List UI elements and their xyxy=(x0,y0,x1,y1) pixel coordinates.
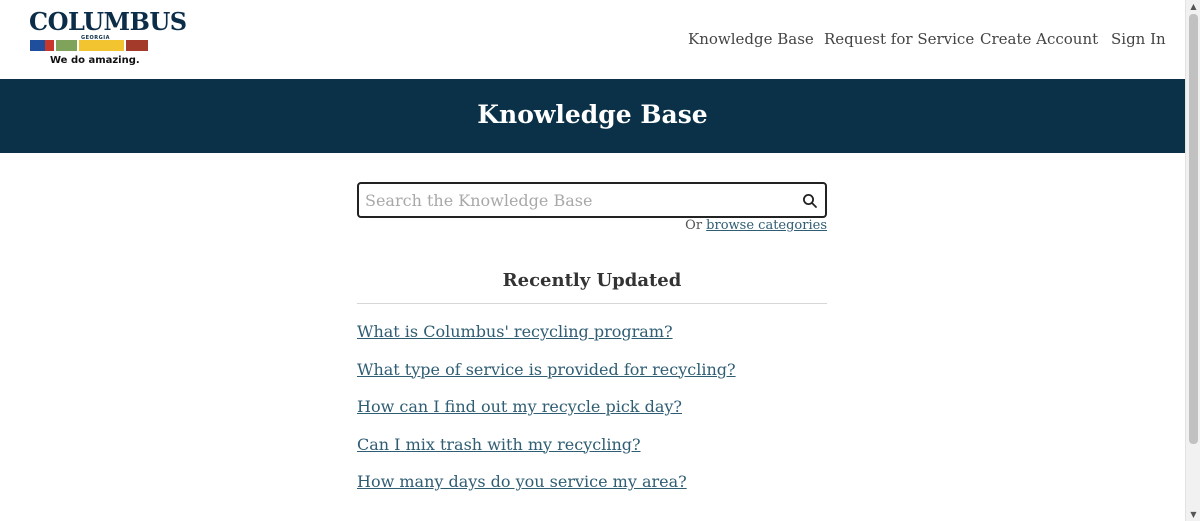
search-box xyxy=(357,182,827,218)
nav-knowledge-base[interactable]: Knowledge Base xyxy=(688,30,814,48)
scroll-down-arrow-icon[interactable]: ▼ xyxy=(1186,508,1200,521)
list-item: Can I mix trash with my recycling? xyxy=(357,435,827,473)
list-item: What is Columbus' recycling program? xyxy=(357,322,827,360)
article-link[interactable]: What type of service is provided for rec… xyxy=(357,360,736,379)
search-icon[interactable] xyxy=(802,193,818,209)
nav-request-for-service[interactable]: Request for Service xyxy=(824,30,974,48)
browse-prefix: Or xyxy=(685,218,703,233)
browse-categories-line: Or browse categories xyxy=(600,218,827,233)
article-link[interactable]: How can I find out my recycle pick day? xyxy=(357,397,682,416)
search-input[interactable] xyxy=(365,189,785,211)
list-item: How many days do you service my area? xyxy=(357,472,827,510)
article-link[interactable]: What is Columbus' recycling program? xyxy=(357,322,673,341)
page: COLUMBUS GEORGIA We do amazing. Knowledg… xyxy=(0,0,1185,521)
recently-updated-heading: Recently Updated xyxy=(502,270,682,291)
nav-sign-in[interactable]: Sign In xyxy=(1111,30,1166,48)
article-link[interactable]: Can I mix trash with my recycling? xyxy=(357,435,641,454)
divider xyxy=(357,303,827,304)
vertical-scrollbar[interactable]: ▲ ▼ xyxy=(1185,0,1200,521)
browse-categories-link[interactable]: browse categories xyxy=(706,218,827,233)
scroll-up-arrow-icon[interactable]: ▲ xyxy=(1186,0,1200,13)
article-link[interactable]: How many days do you service my area? xyxy=(357,472,687,491)
logo-bar xyxy=(79,40,124,51)
logo-bar xyxy=(126,40,148,51)
recent-articles-list: What is Columbus' recycling program? Wha… xyxy=(357,322,827,510)
logo-wordmark: COLUMBUS xyxy=(29,7,187,36)
logo-bar xyxy=(45,40,54,51)
page-banner: Knowledge Base xyxy=(0,79,1185,153)
logo-color-bars xyxy=(30,40,148,51)
list-item: What type of service is provided for rec… xyxy=(357,360,827,398)
site-header: COLUMBUS GEORGIA We do amazing. Knowledg… xyxy=(0,0,1185,79)
list-item: How can I find out my recycle pick day? xyxy=(357,397,827,435)
logo-tagline: We do amazing. xyxy=(50,55,140,66)
nav-create-account[interactable]: Create Account xyxy=(980,30,1098,48)
scroll-thumb[interactable] xyxy=(1189,14,1198,444)
page-title: Knowledge Base xyxy=(477,100,708,129)
logo-bar xyxy=(56,40,77,51)
columbus-logo[interactable]: COLUMBUS GEORGIA We do amazing. xyxy=(29,9,187,69)
logo-bar xyxy=(30,40,45,51)
